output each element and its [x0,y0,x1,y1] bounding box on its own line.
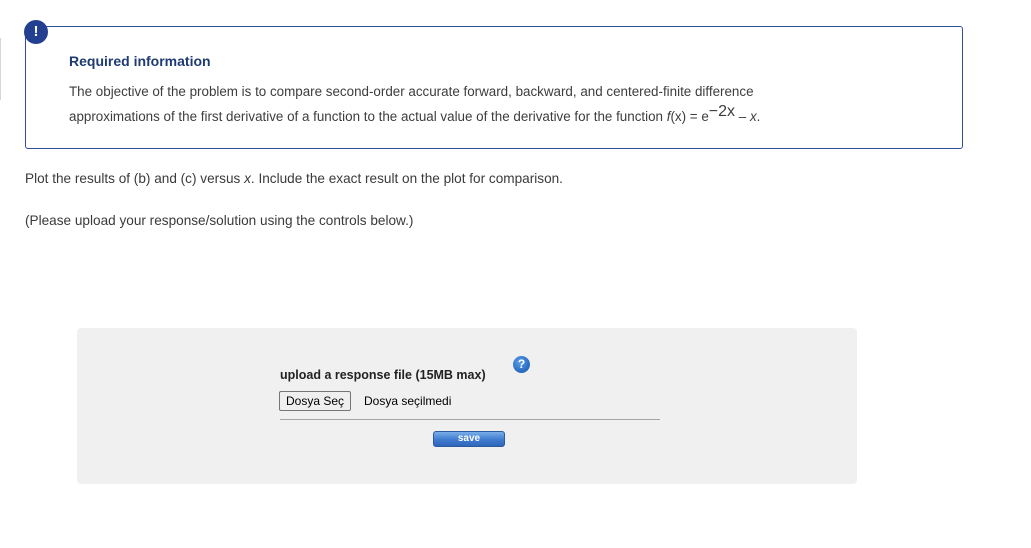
formula-period: . [756,109,761,124]
info-body-line2: approximations of the first derivative o… [69,109,667,124]
question-prompt: Plot the results of (b) and (c) versus x… [25,171,563,186]
prompt-text-before: Plot the results of (b) and (c) versus [25,171,245,186]
info-body: The objective of the problem is to compa… [69,79,929,129]
formula-equals: = e [686,109,709,124]
formula-exponent: −2x [708,103,736,120]
info-title: Required information [69,53,211,69]
page: Required information The objective of th… [0,0,1031,548]
required-information-box: Required information The objective of th… [25,26,963,149]
left-divider [0,38,1,100]
upload-label: upload a response file (15MB max) [280,368,486,382]
formula-x: x [749,109,757,124]
prompt-text-after: . Include the exact result on the plot f… [250,171,563,186]
formula-minus: – [735,109,750,124]
choose-file-button[interactable]: Dosya Seç [279,391,352,411]
upload-panel: upload a response file (15MB max) ? Dosy… [77,328,857,484]
alert-icon: ! [24,20,48,44]
help-icon[interactable]: ? [513,356,530,373]
save-button[interactable]: save [433,431,505,447]
upload-instruction: (Please upload your response/solution us… [25,213,414,228]
file-status: Dosya seçilmedi [364,394,452,408]
info-body-line1: The objective of the problem is to compa… [69,84,754,99]
prompt-variable-x: x [244,171,251,186]
upload-divider [280,419,660,420]
formula-argument: (x) [670,109,687,124]
